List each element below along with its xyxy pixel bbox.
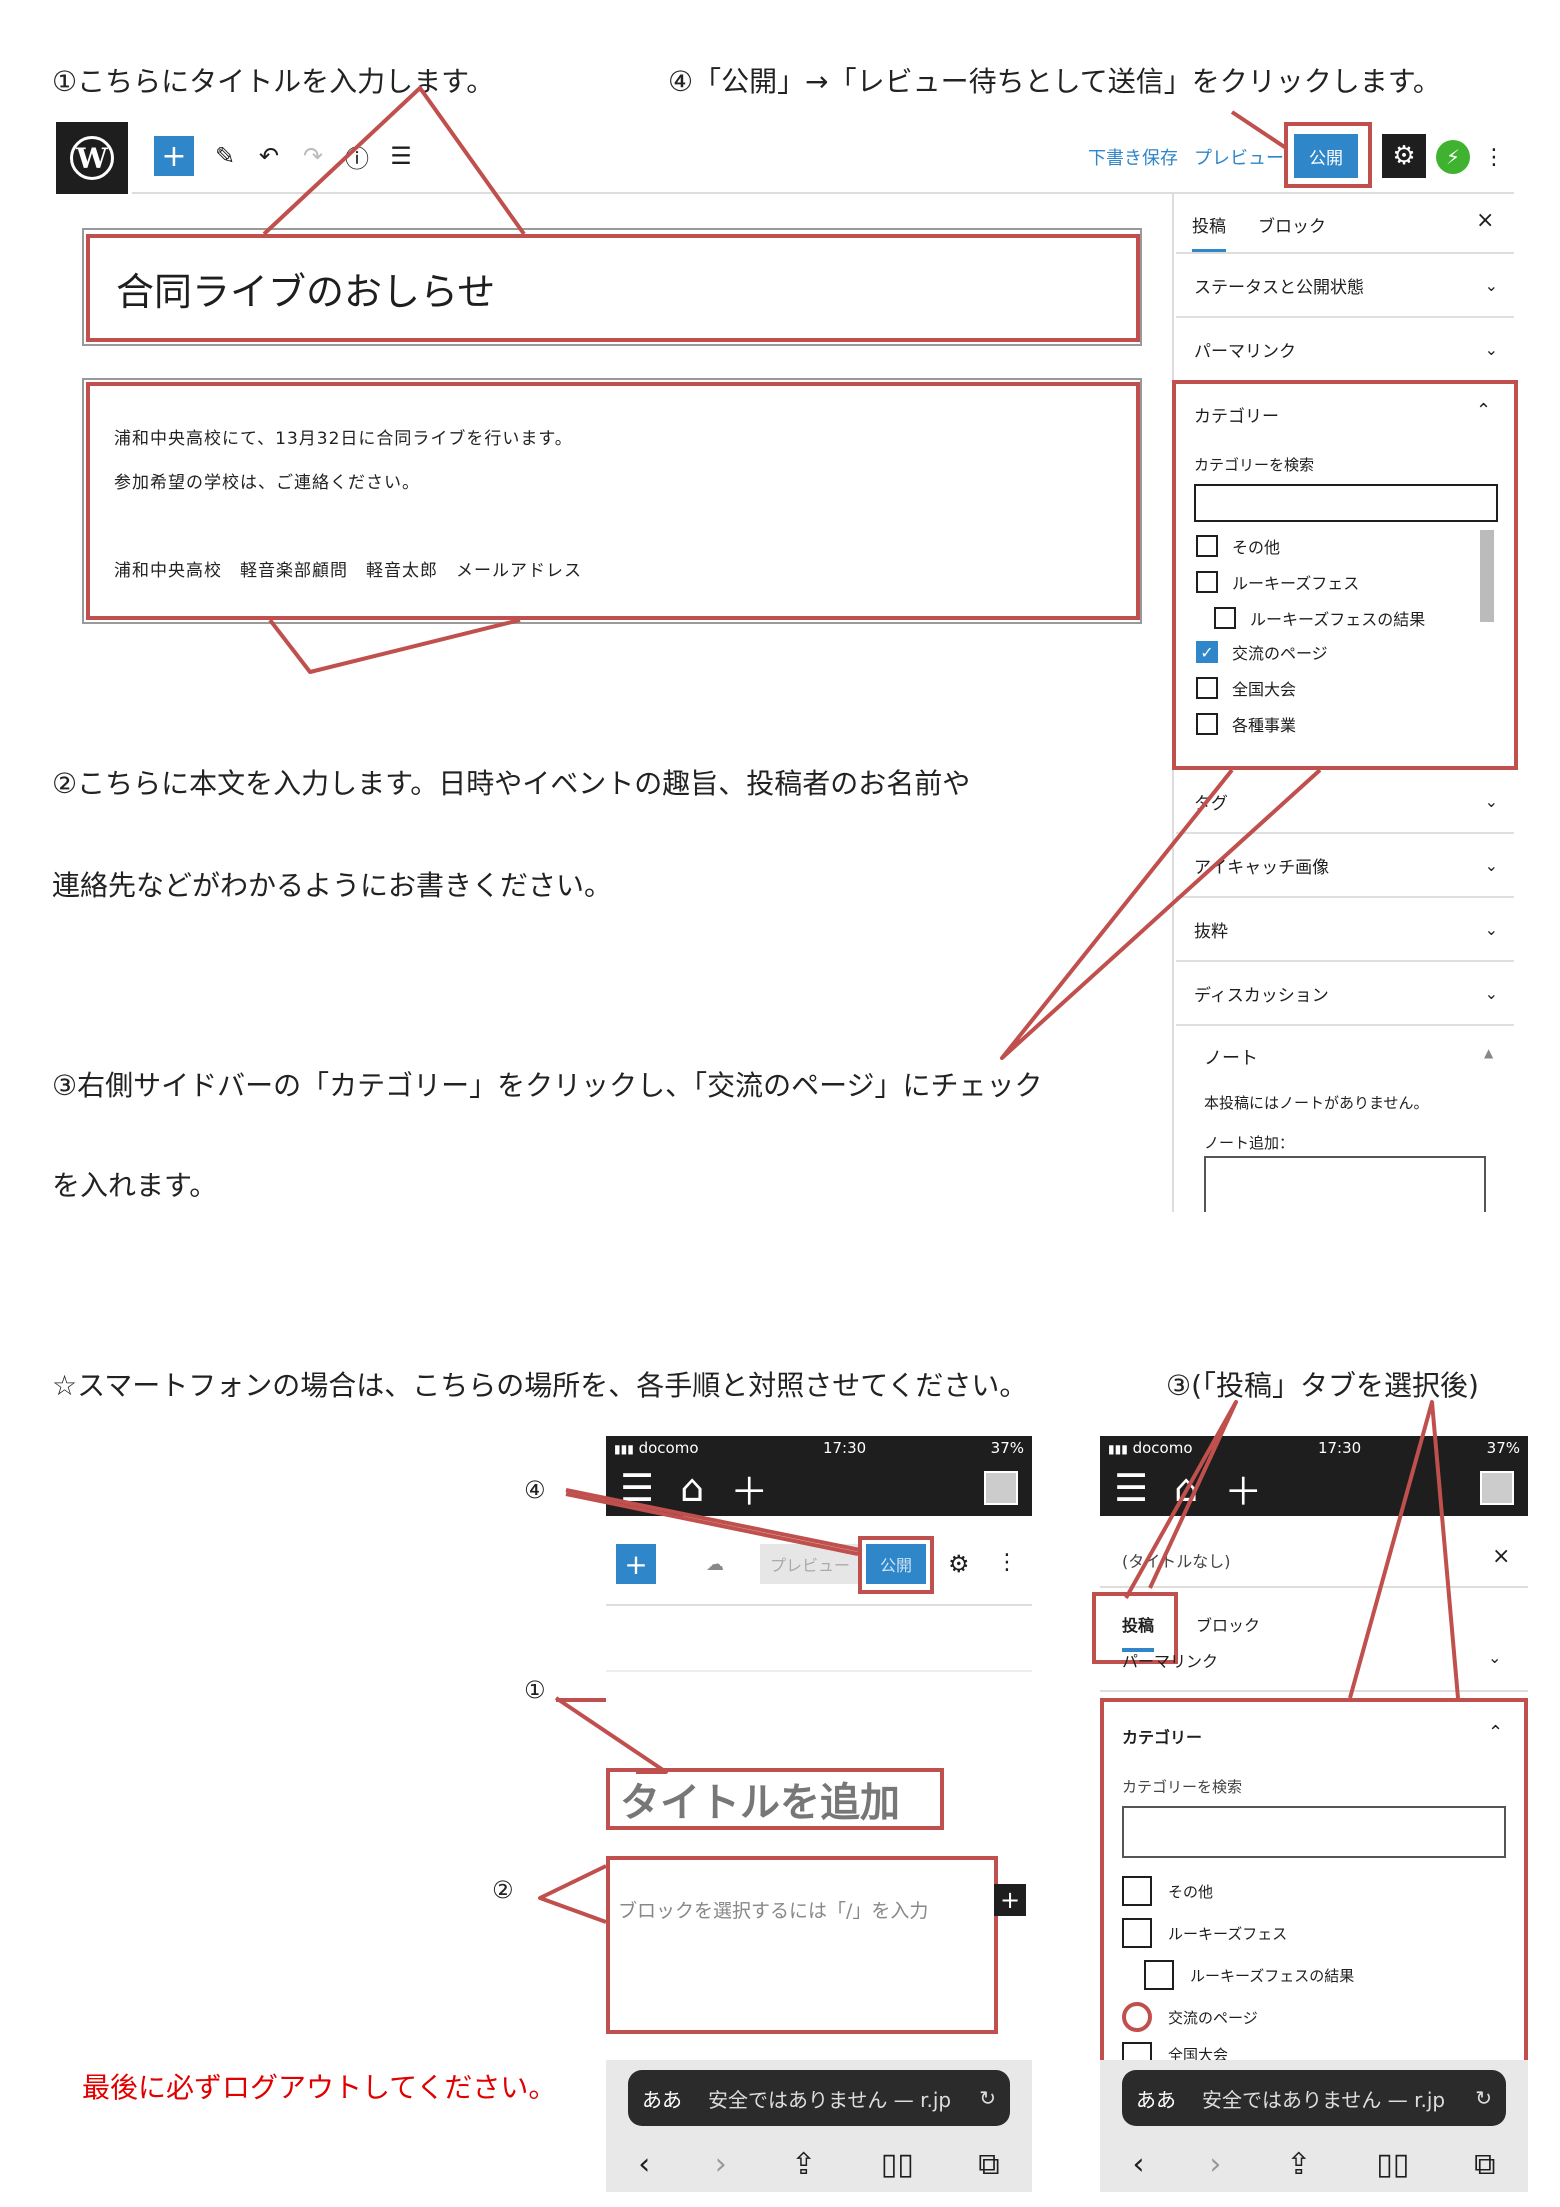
annotation-callouts	[262, 86, 1460, 1924]
callout-phone-step3-tab	[1124, 1400, 1238, 1599]
callout-step1	[262, 86, 526, 236]
callout-phone-step2	[538, 1864, 607, 1924]
callout-phone-step4b	[565, 1492, 859, 1556]
callout-step2	[268, 618, 521, 674]
callout-step4	[1230, 110, 1288, 150]
callout-phone-step4	[565, 1488, 861, 1552]
callout-phone-step1	[554, 1696, 668, 1774]
callout-phone-step3-cat	[1348, 1400, 1460, 1699]
callout-step3	[1000, 768, 1322, 1060]
